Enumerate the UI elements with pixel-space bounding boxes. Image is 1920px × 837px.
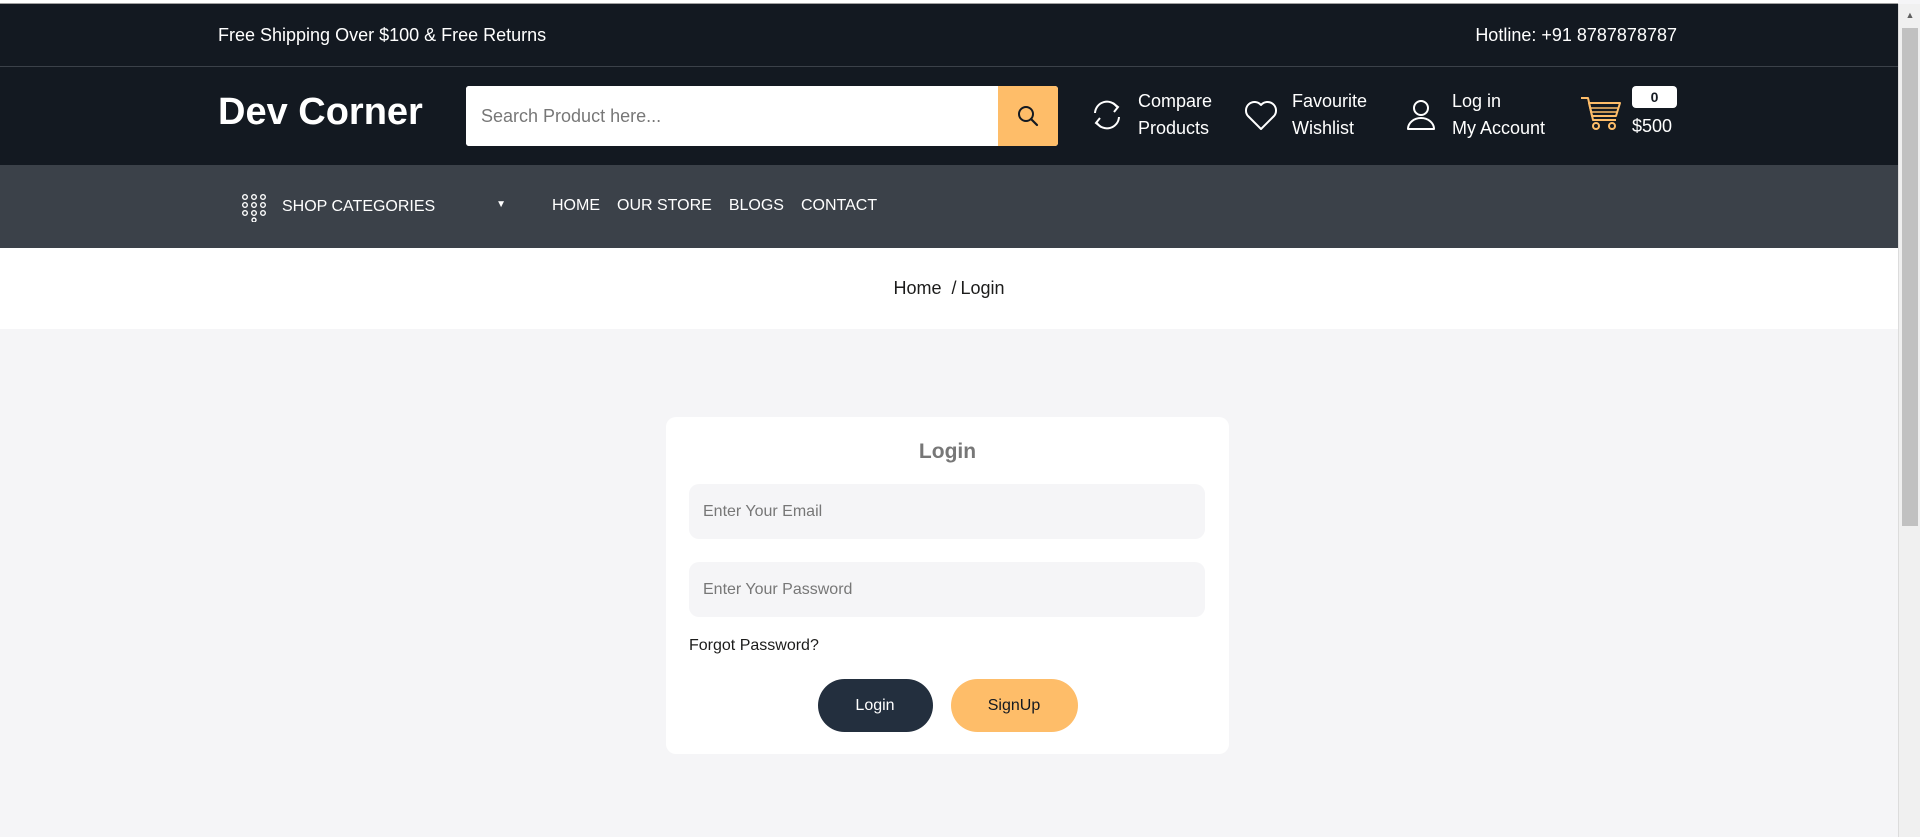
cart-total: $500 bbox=[1632, 116, 1673, 136]
nav-link-our-store[interactable]: OUR STORE bbox=[617, 197, 712, 215]
login-title: Login bbox=[918, 440, 977, 463]
page-scrollbar[interactable]: ▲ bbox=[1898, 4, 1920, 837]
compare-line2: Products bbox=[1138, 118, 1210, 138]
cart-icon bbox=[1578, 89, 1624, 135]
main-header: Dev Corner Compare Products bbox=[0, 67, 1898, 165]
cart-link[interactable]: 0 $500 bbox=[1578, 86, 1677, 137]
compare-products-link[interactable]: Compare Products bbox=[1084, 88, 1212, 142]
shipping-banner: Free Shipping Over $100 & Free Returns bbox=[218, 25, 547, 45]
account-line1: Log in bbox=[1452, 91, 1502, 111]
scrollbar-thumb[interactable] bbox=[1902, 28, 1918, 526]
forgot-password-link[interactable]: Forgot Password? bbox=[689, 637, 819, 655]
breadcrumb: Home / Login bbox=[0, 248, 1898, 329]
nav-link-blogs[interactable]: BLOGS bbox=[729, 197, 784, 215]
search-icon bbox=[1018, 106, 1039, 127]
login-card: Login Forgot Password? Login SignUp bbox=[666, 417, 1229, 754]
top-bar: Free Shipping Over $100 & Free Returns H… bbox=[0, 4, 1898, 67]
compare-icon bbox=[1084, 92, 1130, 138]
login-button[interactable]: Login bbox=[817, 679, 933, 732]
search-button[interactable] bbox=[998, 86, 1058, 146]
scroll-up-arrow-icon[interactable]: ▲ bbox=[1899, 4, 1920, 26]
password-field[interactable] bbox=[689, 562, 1205, 617]
email-field[interactable] bbox=[689, 484, 1205, 539]
breadcrumb-current: Login bbox=[960, 278, 1005, 298]
main-menu: HOME OUR STORE BLOGS CONTACT bbox=[552, 197, 877, 215]
wishlist-link[interactable]: Favourite Wishlist bbox=[1238, 88, 1367, 142]
account-link[interactable]: Log in My Account bbox=[1398, 88, 1545, 142]
nav-bar: SHOP CATEGORIES ▼ HOME OUR STORE BLOGS C… bbox=[0, 165, 1898, 248]
cart-count-badge: 0 bbox=[1632, 86, 1677, 108]
shop-categories-label: SHOP CATEGORIES bbox=[282, 198, 436, 215]
grid-menu-icon bbox=[234, 187, 274, 227]
heart-icon bbox=[1238, 92, 1284, 138]
nav-link-contact[interactable]: CONTACT bbox=[801, 197, 877, 215]
compare-line1: Compare bbox=[1138, 91, 1213, 111]
wishlist-line1: Favourite bbox=[1292, 91, 1368, 111]
breadcrumb-home-link[interactable]: Home bbox=[893, 278, 941, 299]
signup-button[interactable]: SignUp bbox=[950, 679, 1078, 732]
wishlist-line2: Wishlist bbox=[1292, 118, 1354, 138]
shop-categories-dropdown[interactable]: SHOP CATEGORIES ▼ bbox=[218, 187, 514, 227]
site-logo[interactable]: Dev Corner bbox=[218, 91, 423, 134]
breadcrumb-separator: / bbox=[951, 278, 957, 298]
user-icon bbox=[1398, 92, 1444, 138]
form-buttons: Login SignUp bbox=[666, 679, 1229, 732]
nav-link-home[interactable]: HOME bbox=[552, 197, 600, 215]
caret-down-icon: ▼ bbox=[496, 199, 506, 210]
search-bar bbox=[466, 86, 1058, 146]
search-input[interactable] bbox=[466, 86, 998, 146]
hotline-text[interactable]: Hotline: +91 8787878787 bbox=[1475, 25, 1677, 46]
account-line2: My Account bbox=[1452, 118, 1546, 138]
